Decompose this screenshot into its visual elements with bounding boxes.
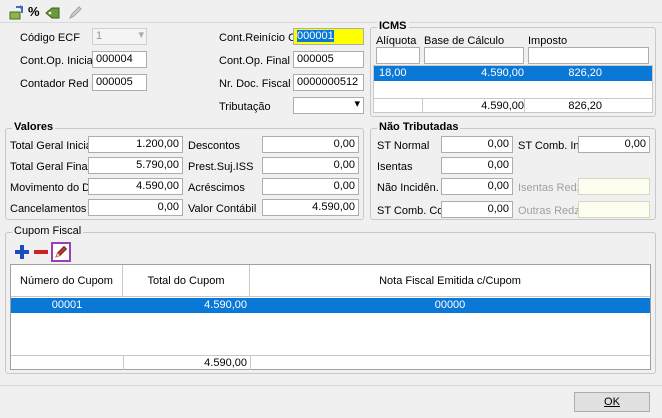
- icms-total-divider: [422, 99, 423, 113]
- save-icon[interactable]: [8, 5, 24, 21]
- cupom-col-numero[interactable]: Número do Cupom: [11, 265, 123, 297]
- cupom-col-total[interactable]: Total do Cupom: [123, 265, 250, 297]
- icms-total-divider: [524, 99, 525, 113]
- icms-base-input[interactable]: [424, 47, 524, 64]
- icms-title: ICMS: [377, 20, 409, 32]
- cont-op-final-field[interactable]: 000005: [293, 51, 364, 68]
- cont-reinicio-op-value: 000001: [297, 30, 334, 42]
- valores-title: Valores: [12, 121, 56, 133]
- isentas-redz-field: [578, 178, 650, 195]
- nr-doc-fiscal-field[interactable]: 0000000512: [293, 74, 364, 91]
- tributacao-select[interactable]: ▾: [293, 97, 364, 114]
- add-icon[interactable]: [14, 244, 30, 260]
- acrescimos-label: Acréscimos: [188, 182, 245, 194]
- icms-row-base: 4.590,00: [481, 67, 524, 79]
- cupom-grid-header: Número do Cupom Total do Cupom Nota Fisc…: [11, 265, 650, 297]
- nao-incidencia-label: Não Incidên.: [377, 182, 439, 194]
- st-normal-label: ST Normal: [377, 140, 430, 152]
- st-comb-cons-field[interactable]: 0,00: [441, 201, 513, 218]
- cupom-row-numero: 00001: [51, 299, 83, 311]
- descontos-field[interactable]: 0,00: [262, 136, 359, 153]
- cupom-footer-total: 4.590,00: [204, 357, 247, 369]
- contador-red-z-field[interactable]: 000005: [92, 74, 147, 91]
- total-geral-final-label: Total Geral Final: [10, 161, 91, 173]
- prest-suj-iss-field[interactable]: 0,00: [262, 157, 359, 174]
- isentas-redz-label: Isentas Redz.: [518, 182, 586, 194]
- cupom-row-total: 4.590,00: [204, 299, 247, 311]
- total-geral-inicial-label: Total Geral Inicial: [10, 140, 95, 152]
- cupom-fiscal-title: Cupom Fiscal: [12, 225, 84, 237]
- valor-contabil-field[interactable]: 4.590,00: [262, 199, 359, 216]
- cupom-col-nota[interactable]: Nota Fiscal Emitida c/Cupom: [250, 265, 650, 297]
- cupom-row-nota: 00000: [434, 299, 466, 311]
- cont-reinicio-op-field[interactable]: 000001: [293, 28, 364, 45]
- cupom-footer-divider: [250, 356, 251, 370]
- codigo-ecf-select: 1 ▾: [92, 28, 147, 45]
- remove-icon[interactable]: [33, 244, 49, 260]
- cupom-grid: Número do Cupom Total do Cupom Nota Fisc…: [10, 264, 651, 370]
- outras-redz-field: [578, 201, 650, 218]
- nr-doc-fiscal-label: Nr. Doc. Fiscal: [219, 78, 291, 90]
- icms-row-imposto: 826,20: [568, 67, 602, 79]
- cont-op-inicial-label: Cont.Op. Inicial: [20, 55, 96, 67]
- total-geral-final-field[interactable]: 5.790,00: [88, 157, 183, 174]
- icms-col-aliquota: Alíquota: [376, 35, 417, 47]
- toolbar-divider: [0, 22, 662, 23]
- acrescimos-field[interactable]: 0,00: [262, 178, 359, 195]
- discount-tag-icon[interactable]: [45, 5, 61, 21]
- tributacao-label: Tributação: [219, 101, 271, 113]
- cont-op-inicial-field[interactable]: 000004: [92, 51, 147, 68]
- isentas-field[interactable]: 0,00: [441, 157, 513, 174]
- codigo-ecf-label: Código ECF: [20, 32, 80, 44]
- cupom-row[interactable]: 00001 4.590,00 00000: [11, 298, 650, 313]
- icms-grid: 18,00 4.590,00 826,20 4.590,00 826,20: [373, 65, 653, 113]
- movimento-do-dia-field[interactable]: 4.590,00: [88, 178, 183, 195]
- icms-total-imposto: 826,20: [568, 100, 602, 112]
- icms-imposto-input[interactable]: [528, 47, 649, 64]
- st-normal-field[interactable]: 0,00: [441, 136, 513, 153]
- icms-col-base: Base de Cálculo: [424, 35, 505, 47]
- chevron-down-icon[interactable]: ▾: [354, 98, 360, 111]
- icms-aliquota-input[interactable]: [376, 47, 420, 64]
- edit-pencil-icon: [67, 5, 83, 21]
- contador-red-z-label: Contador Red Z: [20, 78, 99, 90]
- movimento-do-dia-label: Movimento do Dia: [10, 182, 99, 194]
- icms-row-aliquota: 18,00: [379, 67, 407, 79]
- chevron-down-icon: ▾: [138, 29, 144, 41]
- icms-total-row: 4.590,00 826,20: [374, 98, 652, 113]
- codigo-ecf-value: 1: [96, 30, 103, 42]
- percent-icon[interactable]: %: [28, 4, 40, 19]
- cont-op-final-label: Cont.Op. Final: [219, 55, 290, 67]
- st-comb-ind-field[interactable]: 0,00: [578, 136, 650, 153]
- nao-incidencia-field[interactable]: 0,00: [441, 178, 513, 195]
- ok-button[interactable]: OK: [574, 392, 650, 412]
- descontos-label: Descontos: [188, 140, 240, 152]
- outras-redz-label: Outras Redz.: [518, 205, 583, 217]
- edit-icon[interactable]: [51, 242, 71, 262]
- cancelamentos-label: Cancelamentos: [10, 203, 87, 215]
- ok-button-label: OK: [604, 396, 620, 408]
- icms-col-imposto: Imposto: [528, 35, 568, 47]
- icms-total-base: 4.590,00: [481, 100, 524, 112]
- cancelamentos-field[interactable]: 0,00: [88, 199, 183, 216]
- cupom-footer: 4.590,00: [11, 355, 650, 370]
- prest-suj-iss-label: Prest.Suj.ISS: [188, 161, 254, 173]
- total-geral-inicial-field[interactable]: 1.200,00: [88, 136, 183, 153]
- valor-contabil-label: Valor Contábil: [188, 203, 257, 215]
- isentas-label: Isentas: [377, 161, 413, 173]
- bottom-divider: [0, 385, 662, 386]
- icms-row[interactable]: 18,00 4.590,00 826,20: [374, 66, 652, 81]
- nao-tributadas-title: Não Tributadas: [377, 121, 461, 133]
